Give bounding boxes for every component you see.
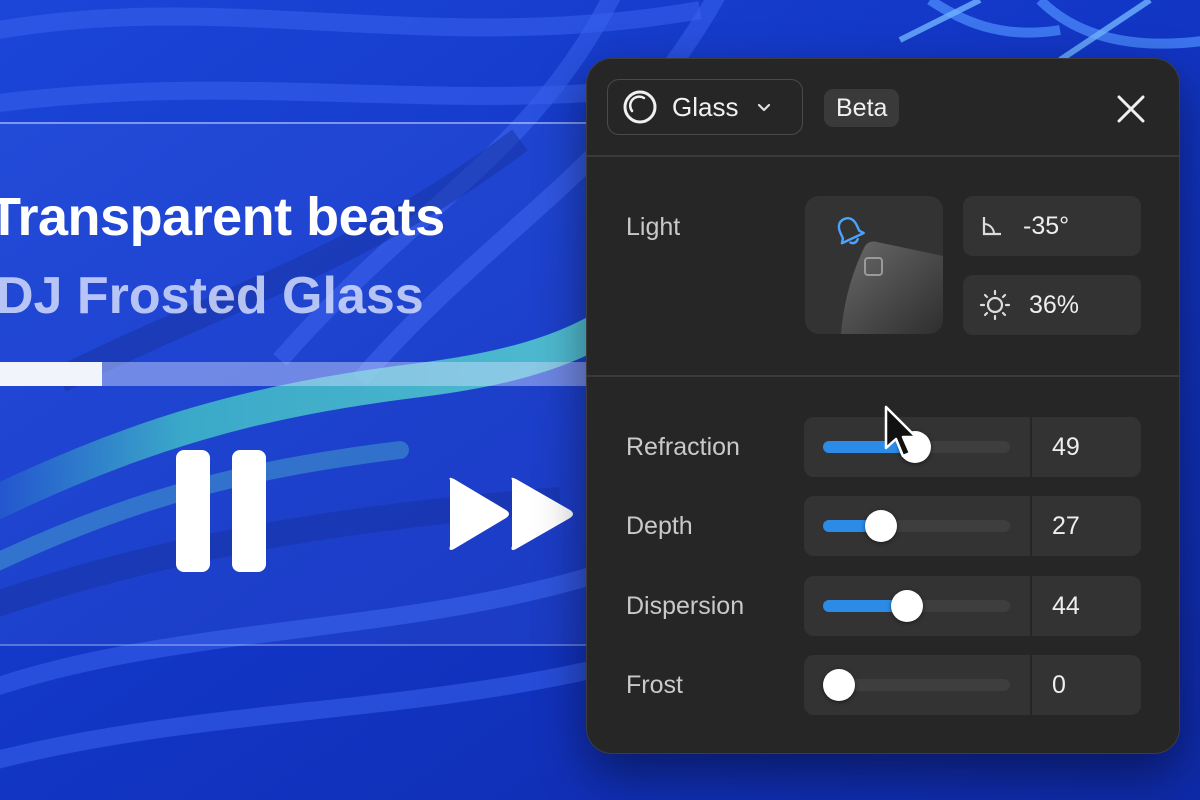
chevron-down-icon xyxy=(758,103,771,112)
slider-thumb[interactable] xyxy=(823,669,855,701)
progress-bar[interactable] xyxy=(0,362,600,386)
close-button[interactable] xyxy=(1115,93,1147,125)
light-angle-field[interactable]: -35° xyxy=(963,196,1141,256)
depth-slider[interactable] xyxy=(804,496,1030,556)
light-direction-pad[interactable] xyxy=(805,196,943,334)
mode-dropdown[interactable]: Glass xyxy=(607,79,803,135)
sun-icon xyxy=(979,289,1011,321)
slider-track xyxy=(823,590,1010,622)
depth-control: 27 xyxy=(804,496,1141,556)
bell-icon xyxy=(837,217,865,245)
slider-thumb[interactable] xyxy=(891,590,924,622)
dispersion-slider[interactable] xyxy=(804,576,1030,636)
mode-label: Glass xyxy=(672,91,739,122)
divider xyxy=(587,375,1179,377)
frost-label: Frost xyxy=(626,671,683,699)
depth-label: Depth xyxy=(626,512,693,540)
angle-icon xyxy=(982,217,1001,236)
dispersion-label: Dispersion xyxy=(626,592,745,620)
slider-track xyxy=(823,669,1010,701)
light-intensity-value: 36% xyxy=(1029,290,1080,319)
mouse-cursor-icon xyxy=(884,405,918,458)
pause-icon xyxy=(176,450,210,572)
fast-forward-button[interactable] xyxy=(446,476,578,552)
light-intensity-field[interactable]: 36% xyxy=(963,275,1141,335)
dispersion-value-field[interactable]: 44 xyxy=(1032,576,1141,636)
pause-icon-bar xyxy=(232,450,266,572)
glass-circle-icon xyxy=(623,90,657,124)
frost-value-field[interactable]: 0 xyxy=(1032,655,1141,715)
refraction-value-field[interactable]: 49 xyxy=(1032,417,1141,477)
slider-track xyxy=(823,510,1010,542)
light-angle-value: -35° xyxy=(1023,211,1070,240)
divider xyxy=(587,155,1179,157)
pause-button[interactable] xyxy=(176,450,268,574)
light-label: Light xyxy=(626,213,681,241)
light-preview xyxy=(837,217,943,334)
depth-value-field[interactable]: 27 xyxy=(1032,496,1141,556)
beta-badge: Beta xyxy=(824,89,900,127)
dispersion-control: 44 xyxy=(804,576,1141,636)
progress-fill xyxy=(0,362,102,386)
slider-thumb[interactable] xyxy=(864,510,897,542)
frost-slider[interactable] xyxy=(804,655,1030,715)
fast-forward-icon xyxy=(449,477,573,550)
track-artist: DJ Frosted Glass xyxy=(0,267,424,325)
frost-control: 0 xyxy=(804,655,1141,715)
track-title: Transparent beats xyxy=(0,187,445,247)
refraction-control: 49 xyxy=(804,417,1141,477)
refraction-label: Refraction xyxy=(626,433,740,461)
close-icon xyxy=(1117,95,1145,123)
